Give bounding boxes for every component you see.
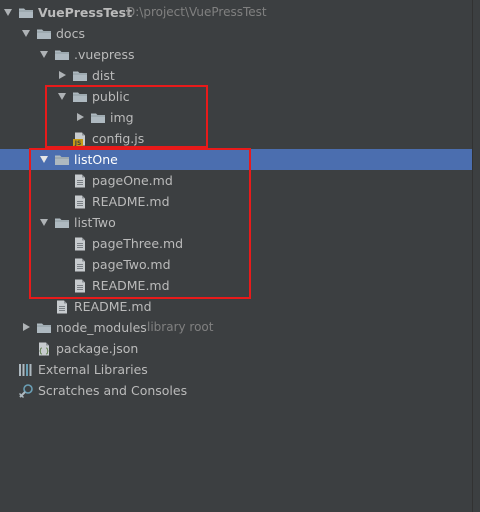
chevron-down-icon[interactable] bbox=[38, 212, 50, 233]
tree-node-vuepress[interactable]: .vuepress bbox=[0, 44, 473, 65]
tree-node-page-one[interactable]: pageOne.md bbox=[0, 170, 473, 191]
libraries-icon bbox=[18, 362, 34, 378]
tree-node-readme-list-two[interactable]: README.md bbox=[0, 275, 473, 296]
list-two-folder-label: listTwo bbox=[74, 215, 116, 230]
chevron-right-icon[interactable] bbox=[74, 107, 86, 128]
file-icon bbox=[72, 194, 88, 210]
file-icon bbox=[72, 278, 88, 294]
public-folder-label: public bbox=[92, 89, 130, 104]
package-json-label: package.json bbox=[56, 341, 139, 356]
tree-node-node-modules[interactable]: node_modules library root bbox=[0, 317, 473, 338]
json-file-icon bbox=[36, 341, 52, 357]
readme-docs-label: README.md bbox=[74, 299, 152, 314]
docs-folder-label: docs bbox=[56, 26, 85, 41]
tree-node-docs[interactable]: docs bbox=[0, 23, 473, 44]
folder-icon bbox=[18, 5, 34, 21]
external-libraries-label: External Libraries bbox=[38, 362, 148, 377]
tree-node-page-two[interactable]: pageTwo.md bbox=[0, 254, 473, 275]
chevron-down-icon[interactable] bbox=[38, 44, 50, 65]
chevron-down-icon[interactable] bbox=[2, 2, 14, 23]
tree-node-list-two[interactable]: listTwo bbox=[0, 212, 473, 233]
js-file-icon bbox=[72, 131, 88, 147]
chevron-down-icon[interactable] bbox=[20, 23, 32, 44]
page-two-label: pageTwo.md bbox=[92, 257, 171, 272]
folder-icon bbox=[54, 152, 70, 168]
vuepress-folder-label: .vuepress bbox=[74, 47, 135, 62]
tree-node-img[interactable]: img bbox=[0, 107, 473, 128]
folder-icon bbox=[36, 26, 52, 42]
readme-list-two-label: README.md bbox=[92, 278, 170, 293]
root-path-hint: D:\project\VuePressTest bbox=[126, 5, 267, 19]
tree-node-scratches[interactable]: Scratches and Consoles bbox=[0, 380, 473, 401]
readme-list-one-label: README.md bbox=[92, 194, 170, 209]
file-icon bbox=[72, 257, 88, 273]
file-icon bbox=[54, 299, 70, 315]
file-icon bbox=[72, 173, 88, 189]
folder-icon bbox=[54, 215, 70, 231]
library-root-hint: library root bbox=[147, 320, 214, 334]
tree-node-page-three[interactable]: pageThree.md bbox=[0, 233, 473, 254]
folder-icon bbox=[54, 47, 70, 63]
folder-icon bbox=[90, 110, 106, 126]
tree-node-root[interactable]: VuePressTest D:\project\VuePressTest bbox=[0, 2, 473, 23]
tree-node-config-js[interactable]: config.js bbox=[0, 128, 473, 149]
chevron-down-icon[interactable] bbox=[56, 86, 68, 107]
folder-icon bbox=[36, 320, 52, 336]
root-folder-label: VuePressTest bbox=[38, 5, 133, 20]
tree-node-readme-list-one[interactable]: README.md bbox=[0, 191, 473, 212]
dist-folder-label: dist bbox=[92, 68, 115, 83]
vertical-scrollbar[interactable] bbox=[472, 0, 480, 512]
chevron-down-icon[interactable] bbox=[38, 149, 50, 170]
project-tree: VuePressTest D:\project\VuePressTest doc… bbox=[0, 0, 473, 512]
tree-node-readme-docs[interactable]: README.md bbox=[0, 296, 473, 317]
tree-node-external-libraries[interactable]: External Libraries bbox=[0, 359, 473, 380]
chevron-right-icon[interactable] bbox=[20, 317, 32, 338]
scratches-icon bbox=[18, 383, 34, 399]
tree-node-list-one[interactable]: listOne bbox=[0, 149, 473, 170]
config-js-label: config.js bbox=[92, 131, 145, 146]
node-modules-label: node_modules bbox=[56, 320, 147, 335]
folder-icon bbox=[72, 89, 88, 105]
chevron-right-icon[interactable] bbox=[56, 65, 68, 86]
list-one-folder-label: listOne bbox=[74, 152, 118, 167]
tree-node-dist[interactable]: dist bbox=[0, 65, 473, 86]
tree-node-public[interactable]: public bbox=[0, 86, 473, 107]
folder-icon bbox=[72, 68, 88, 84]
img-folder-label: img bbox=[110, 110, 134, 125]
file-icon bbox=[72, 236, 88, 252]
page-three-label: pageThree.md bbox=[92, 236, 184, 251]
scratches-label: Scratches and Consoles bbox=[38, 383, 188, 398]
tree-node-package-json[interactable]: package.json bbox=[0, 338, 473, 359]
page-one-label: pageOne.md bbox=[92, 173, 173, 188]
